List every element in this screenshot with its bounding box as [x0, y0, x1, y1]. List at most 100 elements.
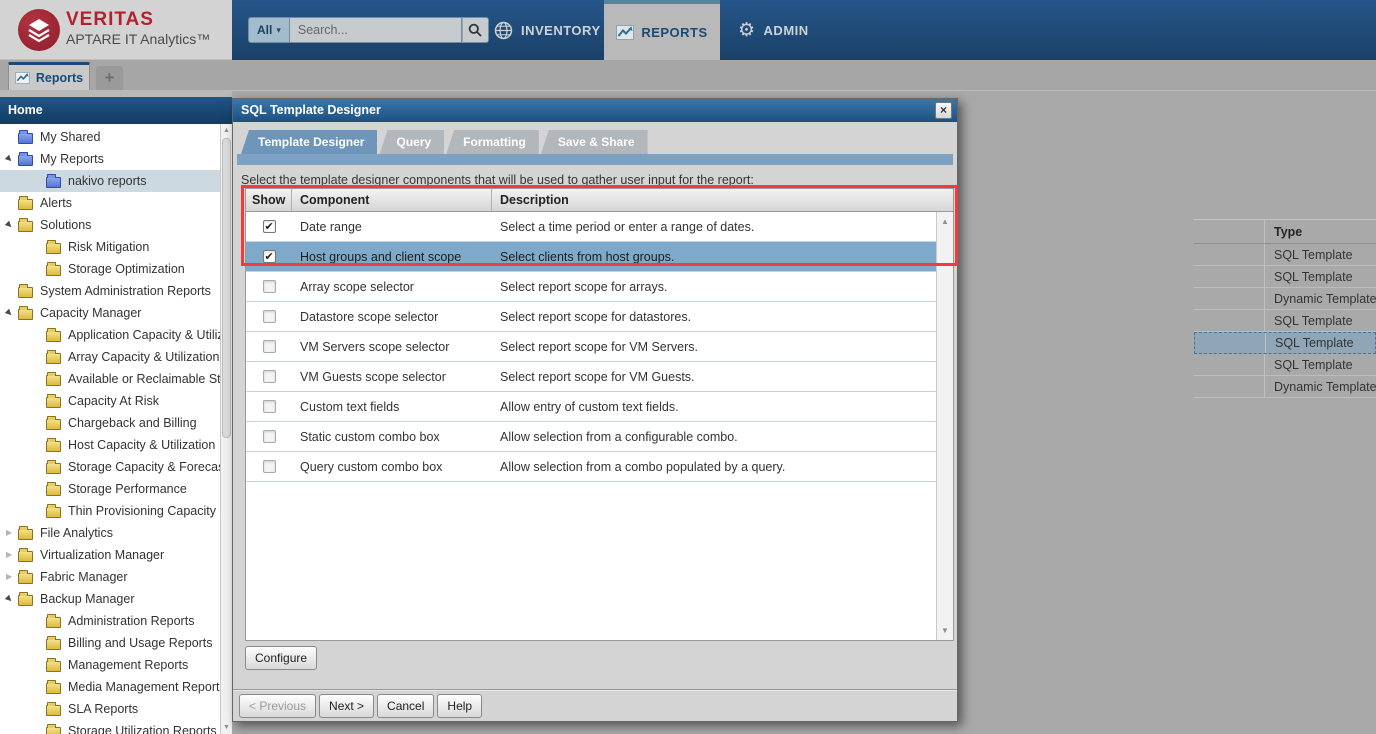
show-checkbox[interactable]	[263, 430, 276, 443]
sidebar-item-my-reports[interactable]: ▶My Reports	[0, 148, 220, 170]
sidebar-item-virtualization-manager[interactable]: ▶ Virtualization Manager	[0, 544, 220, 566]
templates-table-rows: SQL TemplateSQL TemplateDynamic Template…	[1194, 244, 1376, 398]
folder-icon	[46, 683, 61, 694]
collapse-arrow-icon[interactable]: ▶	[6, 307, 18, 319]
dialog-tab-query[interactable]: Query	[379, 130, 444, 154]
report-tab-bar: Reports +	[0, 60, 1376, 90]
template-row[interactable]: SQL Template	[1194, 266, 1376, 288]
next-button[interactable]: Next >	[319, 694, 374, 718]
help-button[interactable]: Help	[437, 694, 482, 718]
component-cell: Datastore scope selector	[292, 310, 492, 324]
template-row[interactable]: SQL Template	[1194, 310, 1376, 332]
show-checkbox[interactable]	[263, 460, 276, 473]
sidebar-item-capacity-manager[interactable]: ▶Capacity Manager	[0, 302, 220, 324]
collapse-arrow-icon[interactable]: ▶	[6, 593, 18, 605]
show-checkbox[interactable]	[263, 310, 276, 323]
sidebar-item-chargeback-and-billing[interactable]: Chargeback and Billing	[0, 412, 220, 434]
scroll-down-icon[interactable]: ▼	[221, 724, 232, 731]
show-checkbox[interactable]	[263, 280, 276, 293]
sidebar-item-host-capacity-utilization[interactable]: Host Capacity & Utilization	[0, 434, 220, 456]
sidebar-item-solutions[interactable]: ▶Solutions	[0, 214, 220, 236]
expand-arrow-icon[interactable]: ▶	[6, 571, 18, 583]
component-row-date-range[interactable]: Date rangeSelect a time period or enter …	[246, 212, 936, 242]
sidebar-item-label: Billing and Usage Reports	[68, 636, 213, 650]
previous-button[interactable]: < Previous	[239, 694, 316, 718]
search-filter-dropdown[interactable]: All ▾	[248, 17, 290, 43]
sidebar-item-billing-and-usage-reports[interactable]: Billing and Usage Reports	[0, 632, 220, 654]
show-checkbox[interactable]	[263, 400, 276, 413]
sidebar-item-file-analytics[interactable]: ▶File Analytics	[0, 522, 220, 544]
sidebar-scrollbar[interactable]: ▲ ▼	[220, 124, 232, 734]
expand-arrow-icon[interactable]: ▶	[6, 549, 18, 561]
folder-icon	[46, 177, 61, 188]
sidebar-gap	[0, 90, 232, 97]
sidebar-item-administration-reports[interactable]: Administration Reports	[0, 610, 220, 632]
component-row-static-custom-combo-box[interactable]: Static custom combo boxAllow selection f…	[246, 422, 936, 452]
template-row[interactable]: Dynamic Template	[1194, 288, 1376, 310]
scrollbar-thumb[interactable]	[222, 138, 231, 438]
component-cell: Custom text fields	[292, 400, 492, 414]
sidebar-item-my-shared[interactable]: My Shared	[0, 126, 220, 148]
dialog-tab-template-designer[interactable]: Template Designer	[241, 130, 377, 154]
show-checkbox[interactable]	[263, 220, 276, 233]
add-tab-button[interactable]: +	[96, 66, 123, 90]
dialog-tab-formatting[interactable]: Formatting	[446, 130, 539, 154]
table-scrollbar[interactable]: ▲ ▼	[936, 212, 953, 640]
sidebar-item-system-administration-reports[interactable]: System Administration Reports	[0, 280, 220, 302]
component-row-vm-guests-scope-selector[interactable]: VM Guests scope selectorSelect report sc…	[246, 362, 936, 392]
type-column-header[interactable]: Type	[1264, 220, 1376, 243]
template-row[interactable]: SQL Template	[1194, 332, 1376, 354]
cancel-button[interactable]: Cancel	[377, 694, 434, 718]
sidebar-item-array-capacity-utilization[interactable]: Array Capacity & Utilization	[0, 346, 220, 368]
scroll-down-icon[interactable]: ▼	[937, 626, 953, 635]
scroll-up-icon[interactable]: ▲	[221, 127, 232, 134]
sidebar-item-thin-provisioning-capacity-utiliz[interactable]: Thin Provisioning Capacity & Utiliz	[0, 500, 220, 522]
component-row-host-groups-and-client-scope[interactable]: Host groups and client scopeSelect clien…	[246, 242, 936, 272]
sidebar-item-storage-optimization[interactable]: Storage Optimization	[0, 258, 220, 280]
template-row[interactable]: Dynamic Template	[1194, 376, 1376, 398]
sidebar-item-management-reports[interactable]: Management Reports	[0, 654, 220, 676]
template-row[interactable]: SQL Template	[1194, 354, 1376, 376]
search-button[interactable]	[462, 17, 489, 43]
sidebar-item-application-capacity-utilization[interactable]: Application Capacity & Utilization	[0, 324, 220, 346]
configure-button[interactable]: Configure	[245, 646, 317, 670]
expand-arrow-icon[interactable]: ▶	[6, 527, 18, 539]
collapse-arrow-icon[interactable]: ▶	[6, 153, 18, 165]
sidebar-item-storage-capacity-forecast[interactable]: Storage Capacity & Forecast	[0, 456, 220, 478]
sidebar-item-risk-mitigation[interactable]: Risk Mitigation	[0, 236, 220, 258]
sidebar-item-storage-utilization-reports[interactable]: Storage Utilization Reports	[0, 720, 220, 734]
hidden-cell	[1194, 244, 1264, 265]
component-row-datastore-scope-selector[interactable]: Datastore scope selectorSelect report sc…	[246, 302, 936, 332]
sidebar-item-media-management-reports[interactable]: Media Management Reports	[0, 676, 220, 698]
tab-reports[interactable]: Reports	[8, 62, 90, 90]
sidebar-item-fabric-manager[interactable]: ▶Fabric Manager	[0, 566, 220, 588]
show-checkbox[interactable]	[263, 250, 276, 263]
close-icon[interactable]: ×	[935, 102, 952, 119]
sidebar-item-available-or-reclaimable-storage[interactable]: Available or Reclaimable Storage	[0, 368, 220, 390]
sidebar-item-label: Virtualization Manager	[40, 548, 164, 562]
collapse-arrow-icon[interactable]: ▶	[6, 219, 18, 231]
sidebar-item-backup-manager[interactable]: ▶Backup Manager	[0, 588, 220, 610]
sidebar-item-capacity-at-risk[interactable]: Capacity At Risk	[0, 390, 220, 412]
dialog-titlebar[interactable]: SQL Template Designer ×	[233, 99, 957, 122]
component-row-custom-text-fields[interactable]: Custom text fieldsAllow entry of custom …	[246, 392, 936, 422]
sidebar-item-sla-reports[interactable]: SLA Reports	[0, 698, 220, 720]
dialog-tab-save-share[interactable]: Save & Share	[541, 130, 648, 154]
type-cell: Dynamic Template	[1264, 376, 1376, 397]
sidebar-item-alerts[interactable]: Alerts	[0, 192, 220, 214]
component-row-query-custom-combo-box[interactable]: Query custom combo boxAllow selection fr…	[246, 452, 936, 482]
template-row[interactable]: SQL Template	[1194, 244, 1376, 266]
nav-reports[interactable]: REPORTS	[604, 0, 720, 60]
scroll-up-icon[interactable]: ▲	[937, 217, 953, 226]
show-cell	[246, 250, 292, 263]
show-checkbox[interactable]	[263, 340, 276, 353]
sidebar-item-nakivo-reports[interactable]: nakivo reports	[0, 170, 220, 192]
component-row-vm-servers-scope-selector[interactable]: VM Servers scope selectorSelect report s…	[246, 332, 936, 362]
search-input[interactable]	[290, 17, 462, 43]
sidebar-item-storage-performance[interactable]: Storage Performance	[0, 478, 220, 500]
folder-icon	[18, 573, 33, 584]
component-row-array-scope-selector[interactable]: Array scope selectorSelect report scope …	[246, 272, 936, 302]
nav-admin[interactable]: ⚙ ADMIN	[738, 0, 809, 60]
show-checkbox[interactable]	[263, 370, 276, 383]
nav-inventory[interactable]: INVENTORY	[494, 0, 601, 60]
